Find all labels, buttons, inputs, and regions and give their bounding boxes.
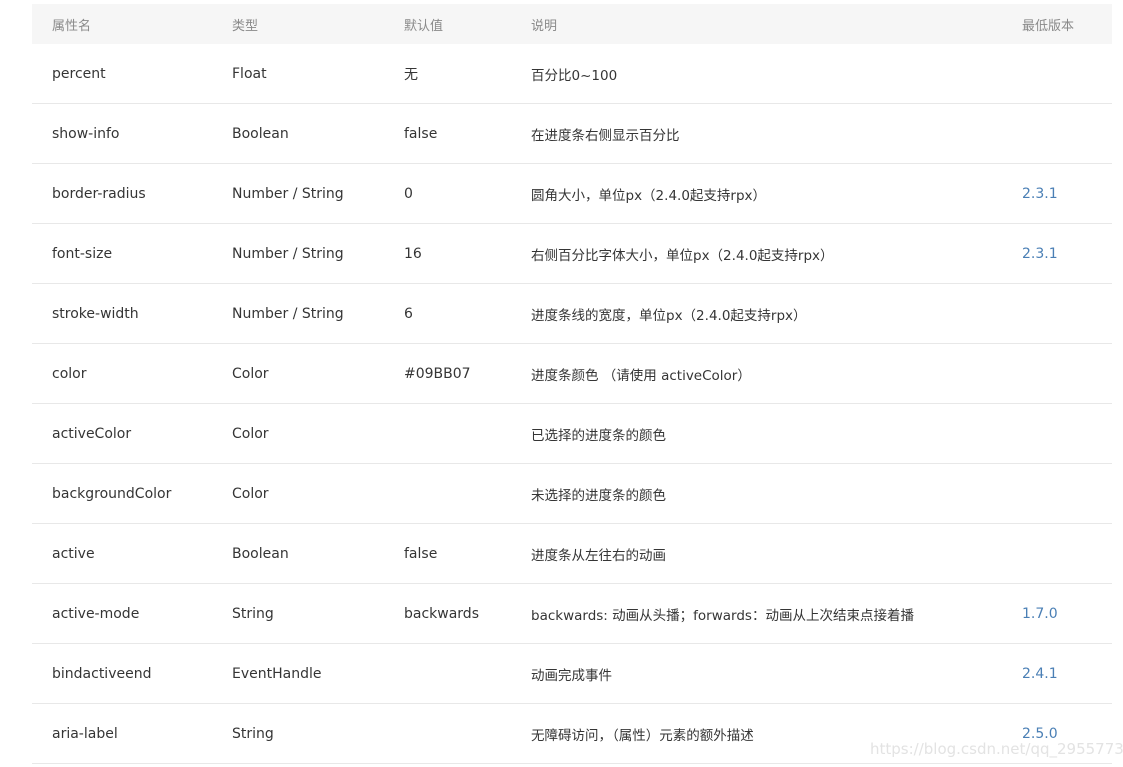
watermark: https://blog.csdn.net/qq_29557739 — [870, 740, 1123, 758]
cell-name: active-mode — [52, 605, 140, 622]
header-description: 说明 — [531, 18, 558, 34]
table-row: activeColor Color 已选择的进度条的颜色 — [32, 404, 1112, 464]
cell-name: backgroundColor — [52, 485, 172, 502]
cell-description: 进度条线的宽度，单位px（2.4.0起支持rpx） — [531, 307, 807, 324]
table-row: show-info Boolean false 在进度条右侧显示百分比 — [32, 104, 1112, 164]
header-default: 默认值 — [404, 18, 444, 34]
cell-name: percent — [52, 65, 106, 82]
table-row: stroke-width Number / String 6 进度条线的宽度，单位px… — [32, 284, 1112, 344]
cell-description: 百分比0~100 — [531, 67, 618, 84]
cell-description: 动画完成事件 — [531, 667, 612, 684]
cell-name: aria-label — [52, 725, 118, 742]
table-row: active-mode String backwards backwards: 动画从… — [32, 584, 1112, 644]
cell-name: show-info — [52, 125, 120, 142]
cell-type: EventHandle — [232, 665, 322, 682]
cell-default: 0 — [404, 185, 413, 202]
cell-name: font-size — [52, 245, 113, 262]
cell-type: String — [232, 725, 274, 742]
cell-type: Boolean — [232, 125, 289, 142]
cell-default: backwards — [404, 605, 479, 622]
cell-type: Color — [232, 425, 269, 442]
table-row: font-size Number / String 16 右侧百分比字体大小，单位px… — [32, 224, 1112, 284]
cell-description: 在进度条右侧显示百分比 — [531, 127, 680, 144]
cell-description: 无障碍访问，（属性）元素的额外描述 — [531, 727, 754, 744]
cell-min-version[interactable]: 2.3.1 — [1022, 224, 1058, 283]
cell-name: active — [52, 545, 95, 562]
header-type: 类型 — [232, 18, 259, 34]
cell-description: 进度条从左往右的动画 — [531, 547, 666, 564]
cell-min-version[interactable]: 2.3.1 — [1022, 164, 1058, 223]
cell-min-version[interactable]: 1.7.0 — [1022, 584, 1058, 643]
cell-type: Number / String — [232, 245, 344, 262]
table-body: percent Float 无 百分比0~100 show-info Boolean fal… — [32, 44, 1112, 764]
cell-description: 已选择的进度条的颜色 — [531, 427, 666, 444]
table-header-row: 属性名 类型 默认值 说明 最低版本 — [32, 4, 1112, 44]
cell-description: 进度条颜色 （请使用 activeColor） — [531, 367, 751, 384]
cell-name: color — [52, 365, 87, 382]
cell-min-version[interactable]: 2.4.1 — [1022, 644, 1058, 703]
cell-name: activeColor — [52, 425, 132, 442]
cell-description: backwards: 动画从头播；forwards：动画从上次结束点接着播 — [531, 607, 914, 624]
cell-default: 无 — [404, 66, 418, 83]
cell-default: false — [404, 125, 438, 142]
cell-type: Float — [232, 65, 267, 82]
cell-type: Number / String — [232, 185, 344, 202]
cell-default: 16 — [404, 245, 422, 262]
cell-default: false — [404, 545, 438, 562]
cell-default: 6 — [404, 305, 413, 322]
table-row: backgroundColor Color 未选择的进度条的颜色 — [32, 464, 1112, 524]
cell-description: 右侧百分比字体大小，单位px（2.4.0起支持rpx） — [531, 247, 834, 264]
cell-description: 圆角大小，单位px（2.4.0起支持rpx） — [531, 187, 767, 204]
header-min-version: 最低版本 — [1022, 18, 1075, 34]
table-row: active Boolean false 进度条从左往右的动画 — [32, 524, 1112, 584]
cell-type: Color — [232, 365, 269, 382]
cell-type: Color — [232, 485, 269, 502]
table-row: border-radius Number / String 0 圆角大小，单位px（2… — [32, 164, 1112, 224]
table-row: bindactiveend EventHandle 动画完成事件 2.4.1 — [32, 644, 1112, 704]
cell-name: bindactiveend — [52, 665, 152, 682]
cell-name: border-radius — [52, 185, 146, 202]
cell-type: Boolean — [232, 545, 289, 562]
cell-default: #09BB07 — [404, 365, 471, 382]
cell-type: String — [232, 605, 274, 622]
cell-name: stroke-width — [52, 305, 139, 322]
cell-description: 未选择的进度条的颜色 — [531, 487, 666, 504]
properties-table: 属性名 类型 默认值 说明 最低版本 percent Float 无 百分比0~100… — [32, 4, 1112, 764]
header-name: 属性名 — [52, 18, 92, 34]
cell-type: Number / String — [232, 305, 344, 322]
table-row: percent Float 无 百分比0~100 — [32, 44, 1112, 104]
table-row: color Color #09BB07 进度条颜色 （请使用 activeColor） — [32, 344, 1112, 404]
